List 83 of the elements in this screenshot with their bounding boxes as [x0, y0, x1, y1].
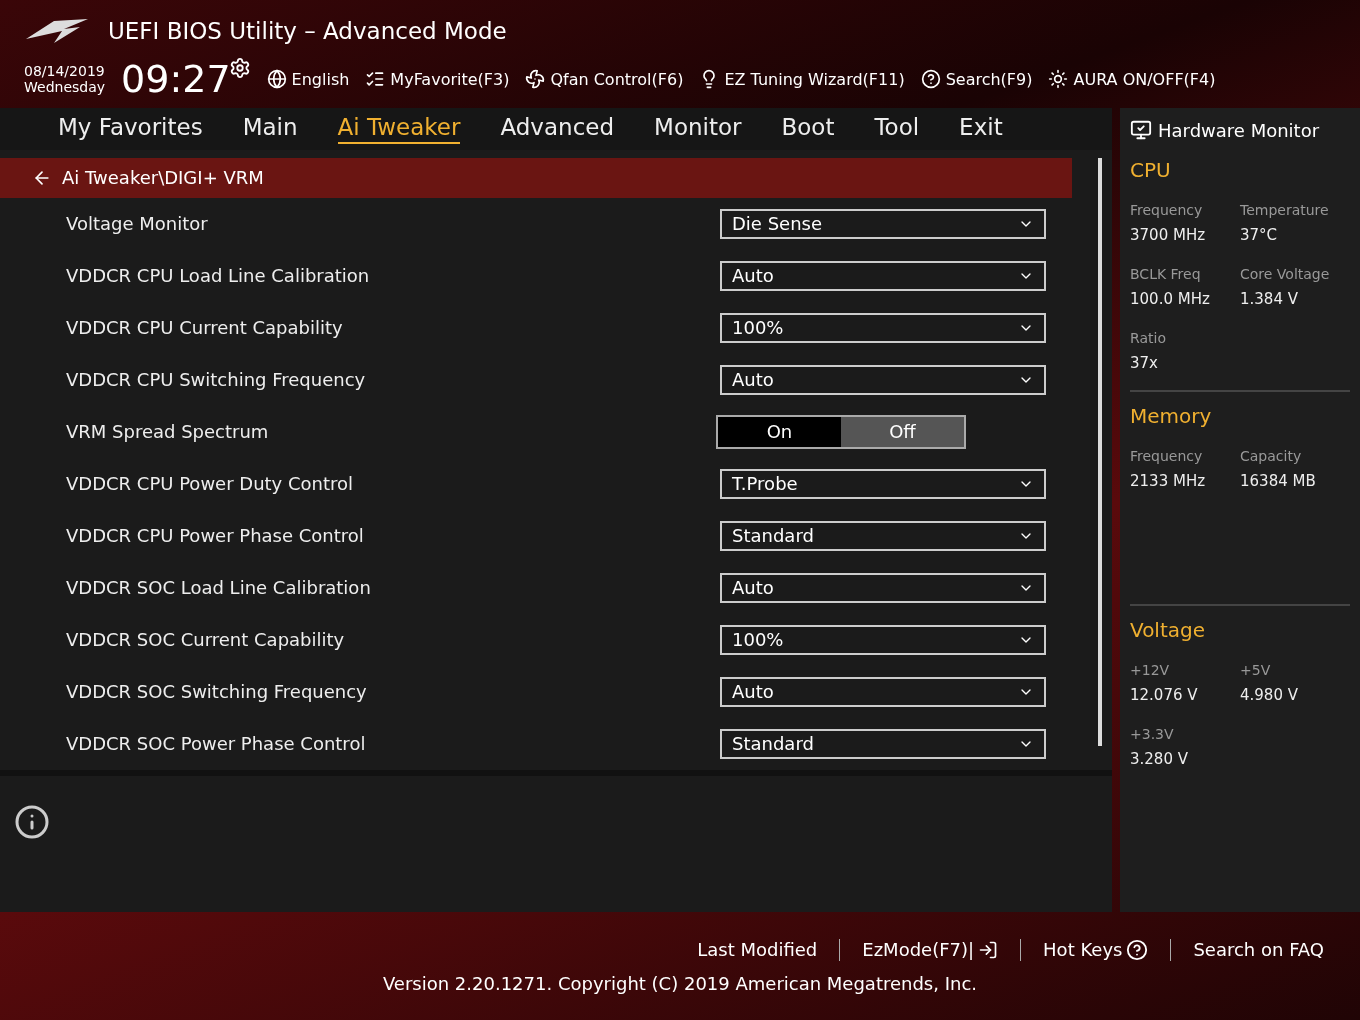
stat-label: BCLK Freq: [1130, 266, 1202, 282]
setting-label: VDDCR SOC Load Line Calibration: [66, 577, 371, 599]
toolbar-button[interactable]: English: [266, 69, 350, 89]
help-icon: [920, 69, 941, 89]
setting-label: VDDCR CPU Power Duty Control: [66, 473, 354, 495]
info-icon: [14, 804, 50, 840]
setting-label: Voltage Monitor: [66, 213, 208, 235]
dropdown[interactable]: Standard: [720, 728, 1046, 759]
breadcrumb-bar[interactable]: Ai Tweaker\DIGI+ VRM: [0, 158, 1072, 198]
stat-value: 2133 MHz: [1130, 472, 1207, 490]
stat-label: +3.3V: [1130, 726, 1175, 742]
dropdown[interactable]: Auto: [720, 572, 1046, 603]
dropdown[interactable]: Auto: [720, 676, 1046, 707]
setting-label: VRM Spread Spectrum: [66, 421, 269, 443]
menu-tab[interactable]: Tool: [874, 114, 920, 144]
stat-value: 4.980 V: [1240, 686, 1299, 704]
settings-icon[interactable]: [228, 57, 251, 79]
sun-icon: [1048, 69, 1069, 89]
version-text: Version 2.20.1271. Copyright (C) 2019 American Megatrends, Inc.: [382, 972, 978, 994]
footer-link[interactable]: Hot Keys: [1020, 938, 1171, 961]
clock-time: 09:27: [121, 57, 231, 101]
help-icon: [1126, 938, 1149, 961]
dropdown[interactable]: 100%: [720, 624, 1046, 655]
stat-value: 37x: [1130, 354, 1159, 372]
menu-tab[interactable]: Exit: [959, 114, 1003, 144]
stat-label: Frequency: [1130, 448, 1204, 464]
toolbar-button[interactable]: Search(F9): [920, 69, 1033, 89]
stat-label: Capacity: [1240, 448, 1303, 464]
dropdown[interactable]: Auto: [720, 364, 1046, 395]
dropdown[interactable]: 100%: [720, 312, 1046, 343]
stat-value: 16384 MB: [1240, 472, 1317, 490]
menu-tab[interactable]: Ai Tweaker: [337, 114, 461, 144]
stat-label: Frequency: [1130, 202, 1204, 218]
window-title: UEFI BIOS Utility – Advanced Mode: [108, 18, 507, 44]
dropdown[interactable]: Auto: [720, 260, 1046, 291]
setting-label: VDDCR CPU Current Capability: [66, 317, 343, 339]
stat-label: Temperature: [1240, 202, 1330, 218]
toolbar-button[interactable]: EZ Tuning Wizard(F11): [699, 69, 905, 89]
dropdown[interactable]: Standard: [720, 520, 1046, 551]
setting-label: VDDCR SOC Current Capability: [66, 629, 345, 651]
logo-icon: [24, 17, 90, 45]
stat-value: 37°C: [1240, 226, 1279, 244]
dropdown[interactable]: T.Probe: [720, 468, 1046, 499]
menu-tab[interactable]: My Favorites: [58, 114, 203, 144]
scrollbar[interactable]: [1098, 158, 1102, 746]
toolbar-button[interactable]: Qfan Control(F6): [525, 69, 684, 89]
menu-tab[interactable]: Advanced: [500, 114, 615, 144]
monitor-icon: [1130, 119, 1152, 141]
breadcrumb-path: Ai Tweaker\DIGI+ VRM: [62, 167, 264, 189]
footer-link[interactable]: Search on FAQ: [1170, 938, 1346, 961]
date: 08/14/2019: [24, 63, 106, 79]
stat-value: 3700 MHz: [1130, 226, 1207, 244]
setting-label: VDDCR SOC Power Phase Control: [66, 733, 366, 755]
footer-link[interactable]: Last Modified: [675, 938, 840, 961]
stat-value: 100.0 MHz: [1130, 290, 1211, 308]
exit-icon: [978, 939, 999, 960]
menu-tab[interactable]: Monitor: [654, 114, 742, 144]
section-title: CPU: [1130, 158, 1172, 182]
stat-value: 3.280 V: [1130, 750, 1189, 768]
stat-value: 12.076 V: [1130, 686, 1199, 704]
dropdown[interactable]: Die Sense: [720, 208, 1046, 239]
toolbar-button[interactable]: MyFavorite(F3): [365, 69, 510, 89]
globe-icon: [266, 69, 287, 89]
list-icon: [365, 69, 386, 89]
setting-label: VDDCR SOC Switching Frequency: [66, 681, 367, 703]
menu-tab[interactable]: Boot: [781, 114, 835, 144]
stat-label: +12V: [1130, 662, 1171, 678]
section-title: Memory: [1130, 404, 1213, 428]
setting-label: VDDCR CPU Switching Frequency: [66, 369, 366, 391]
stat-label: +5V: [1240, 662, 1272, 678]
panel-title: Hardware Monitor: [1158, 119, 1320, 141]
setting-label: VDDCR CPU Load Line Calibration: [66, 265, 370, 287]
stat-value: 1.384 V: [1240, 290, 1299, 308]
toggle-option[interactable]: Off: [841, 416, 964, 447]
footer-link[interactable]: EzMode(F7)|: [839, 938, 1021, 961]
weekday: Wednesday: [24, 79, 106, 95]
toolbar-button[interactable]: AURA ON/OFF(F4): [1048, 69, 1216, 89]
stat-label: Ratio: [1130, 330, 1167, 346]
fan-icon: [525, 69, 546, 89]
menu-tab[interactable]: Main: [242, 114, 298, 144]
stat-label: Core Voltage: [1240, 266, 1331, 282]
section-title: Voltage: [1130, 618, 1207, 642]
setting-label: VDDCR CPU Power Phase Control: [66, 525, 364, 547]
